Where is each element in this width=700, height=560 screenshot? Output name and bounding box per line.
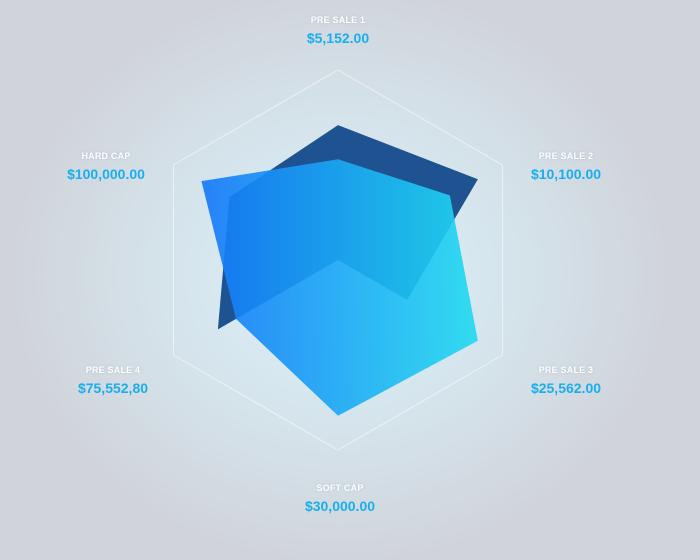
radar-chart bbox=[172, 69, 504, 451]
series-area-2 bbox=[201, 159, 478, 416]
